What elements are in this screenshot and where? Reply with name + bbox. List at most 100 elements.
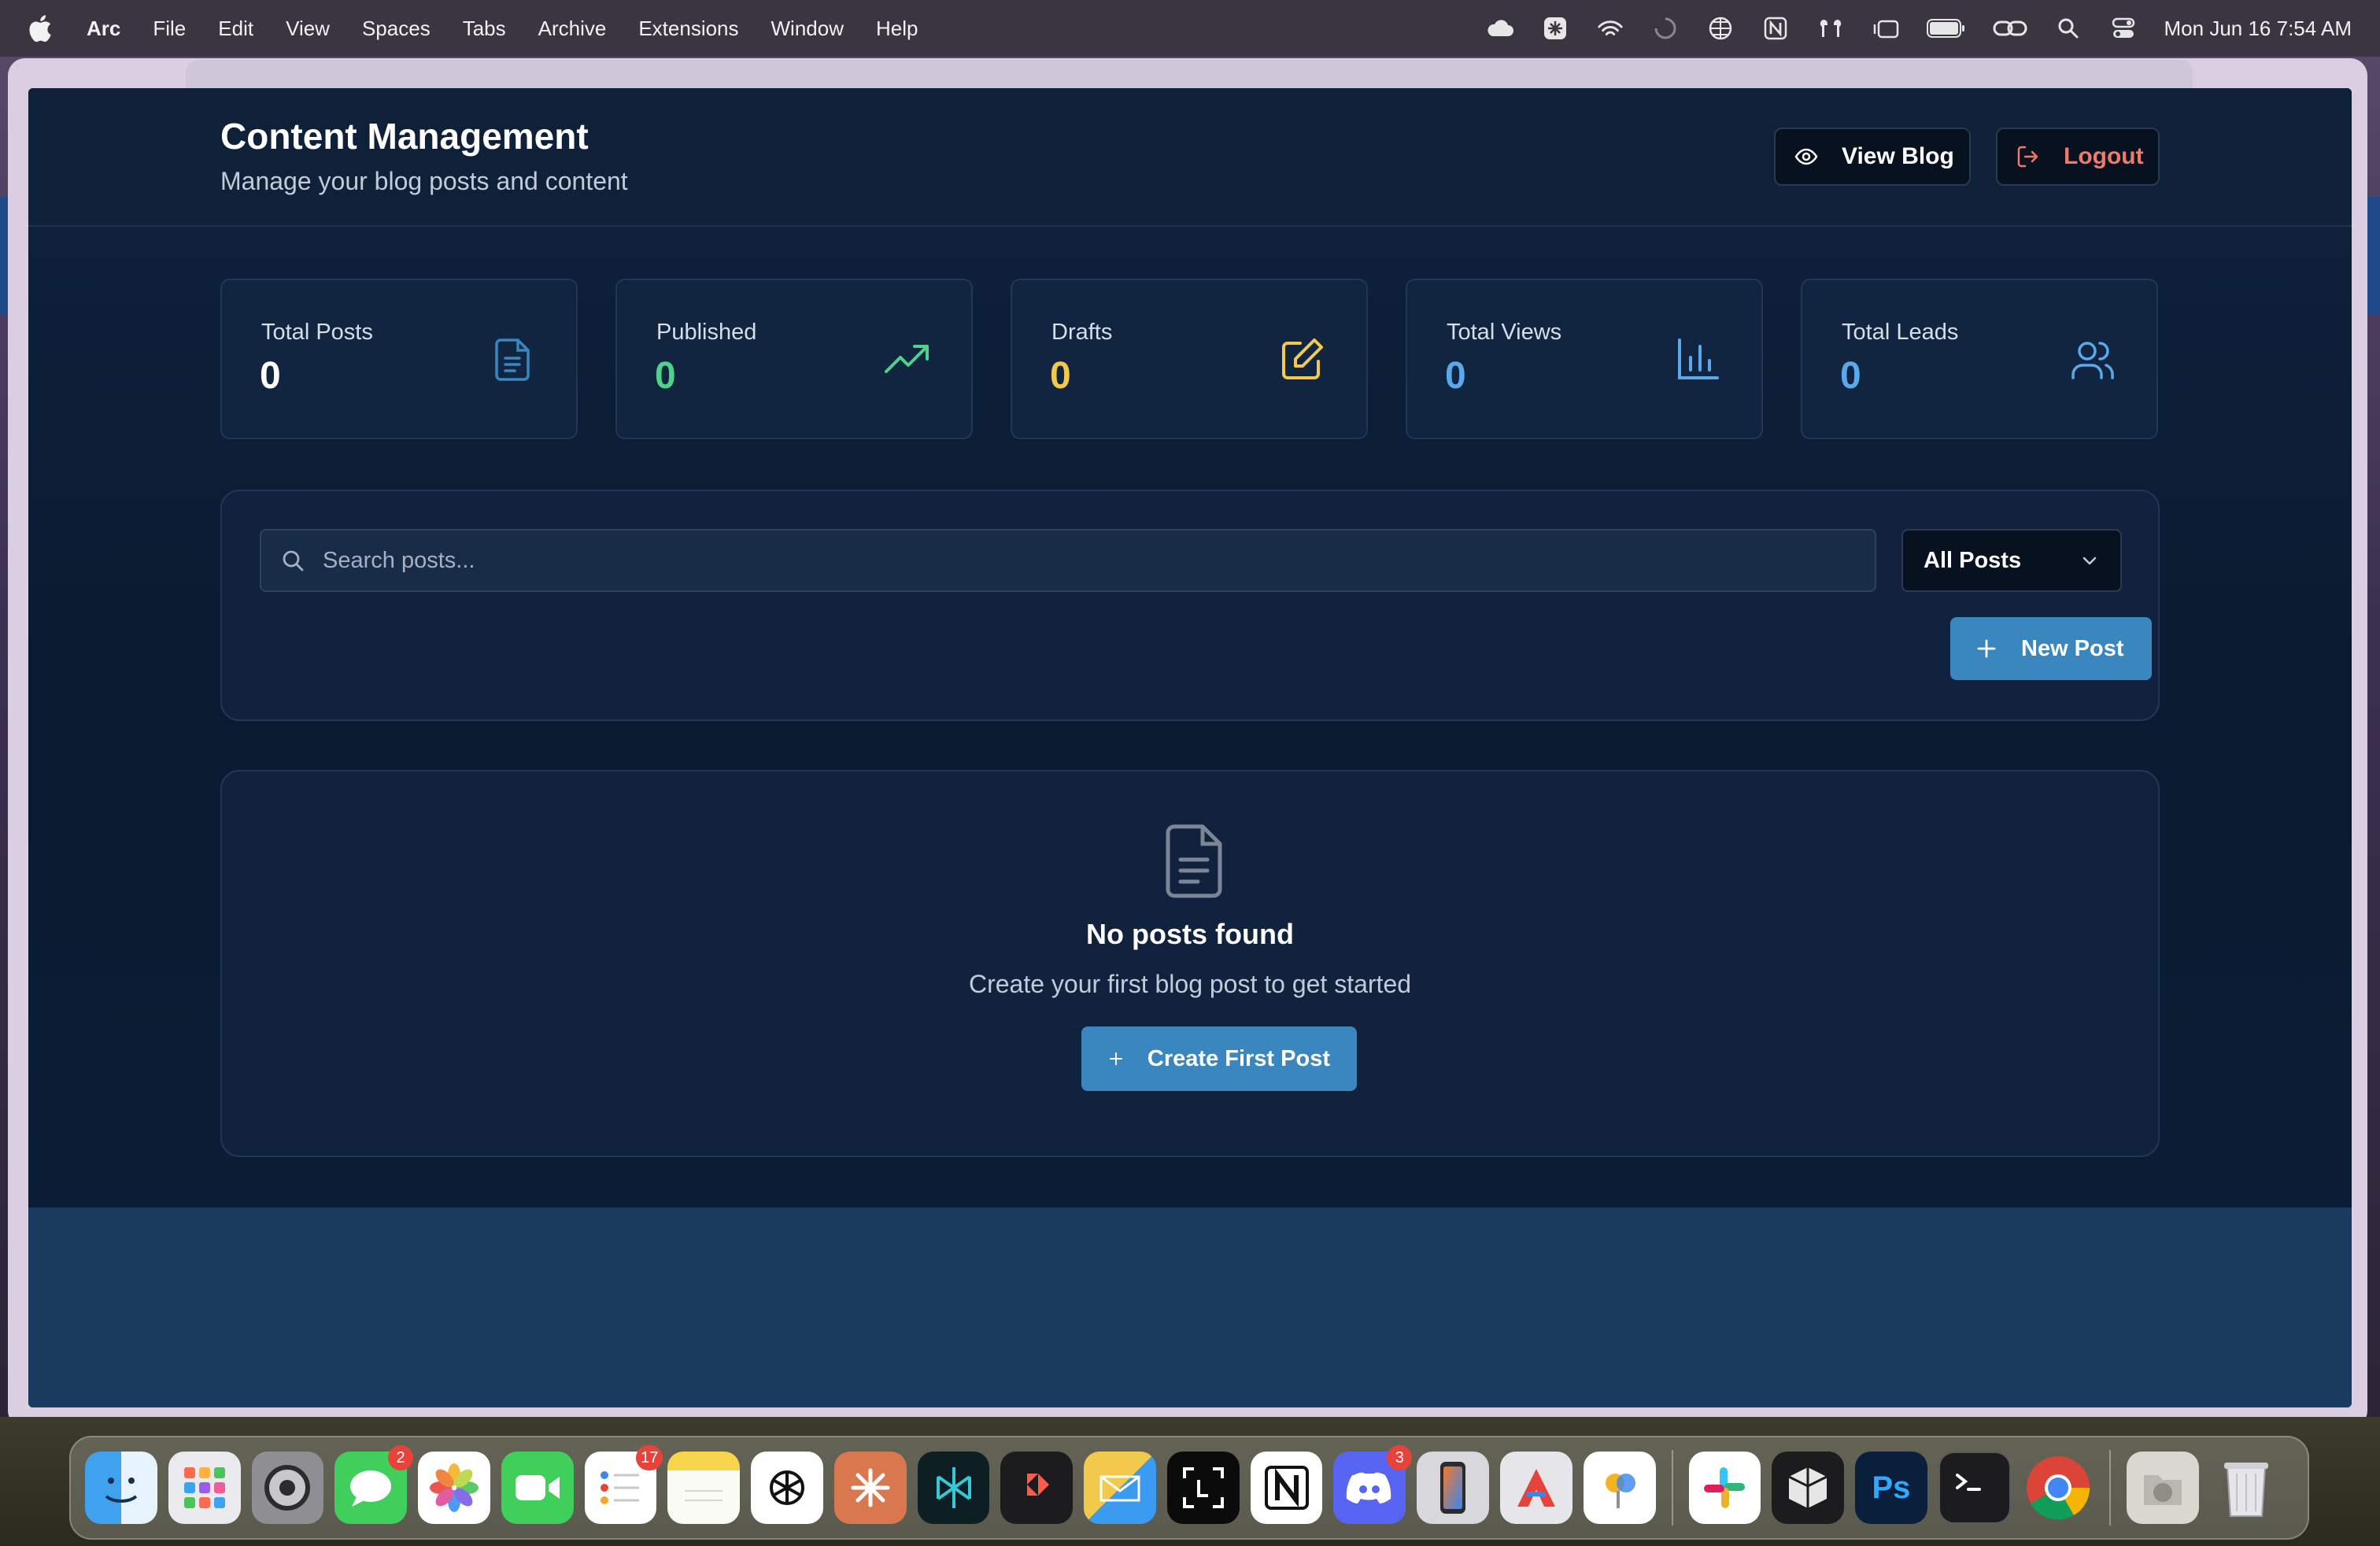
menu-window[interactable]: Window <box>771 17 844 41</box>
spinner-icon[interactable] <box>1651 14 1680 43</box>
slack-icon[interactable] <box>1688 1452 1761 1524</box>
wifi-cloud-icon[interactable] <box>1596 14 1624 43</box>
menu-spaces[interactable]: Spaces <box>362 17 431 41</box>
messages-badge: 2 <box>388 1445 414 1470</box>
airpods-icon[interactable] <box>1816 14 1845 43</box>
messages-icon[interactable]: 2 <box>334 1445 414 1524</box>
stat-card-total-posts: Total Posts 0 <box>220 279 578 439</box>
menu-archive[interactable]: Archive <box>538 17 607 41</box>
battery-icon[interactable] <box>1926 14 1966 43</box>
logout-label: Logout <box>2064 143 2144 169</box>
browser-viewport: Content Management Manage your blog post… <box>28 88 2352 1407</box>
search-icon <box>283 550 304 571</box>
eye-icon <box>1794 144 1818 169</box>
dashboard-page: Content Management Manage your blog post… <box>28 88 2352 1208</box>
apple-menu-icon[interactable] <box>28 13 55 44</box>
stat-label: Total Leads <box>1842 320 1959 345</box>
stat-card-total-leads: Total Leads 0 <box>1801 279 2158 439</box>
perplexity-icon[interactable] <box>917 1452 990 1524</box>
status-filter-select[interactable]: All Posts <box>1901 529 2122 592</box>
facetime-icon[interactable] <box>501 1452 574 1524</box>
raycast-icon[interactable] <box>1000 1452 1074 1524</box>
menubar-clock[interactable]: Mon Jun 16 7:54 AM <box>2164 17 2352 41</box>
sparkle-app-icon[interactable] <box>1541 14 1569 43</box>
plus-icon <box>1977 639 1996 658</box>
notes-icon[interactable] <box>667 1452 741 1524</box>
view-blog-button[interactable]: View Blog <box>1774 128 1971 186</box>
downloads-folder-icon[interactable] <box>2127 1452 2200 1524</box>
photoshop-icon[interactable]: Ps <box>1855 1452 1927 1524</box>
menu-extensions[interactable]: Extensions <box>638 17 738 41</box>
logout-icon <box>2016 144 2040 169</box>
trending-up-icon <box>883 335 932 384</box>
grid-globe-icon[interactable] <box>1706 14 1735 43</box>
chatgpt-icon[interactable] <box>751 1452 823 1524</box>
page-title: Content Management <box>220 116 589 157</box>
search-icon[interactable] <box>2054 14 2082 43</box>
trash-icon[interactable] <box>2210 1452 2282 1524</box>
cube-app-icon[interactable] <box>1772 1452 1845 1524</box>
stage-manager-icon[interactable] <box>1872 14 1900 43</box>
discord-badge: 3 <box>1387 1445 1413 1470</box>
background-window-edge <box>186 60 2193 91</box>
finder-icon[interactable] <box>85 1452 157 1524</box>
airmail-icon[interactable] <box>1084 1452 1156 1524</box>
control-center-icon[interactable] <box>2109 14 2138 43</box>
search-input[interactable] <box>323 547 1875 574</box>
reminders-icon[interactable]: 17 <box>584 1445 663 1524</box>
chevron-down-icon <box>2082 557 2097 565</box>
stat-value: 0 <box>260 355 281 397</box>
document-icon <box>1166 824 1222 898</box>
menu-edit[interactable]: Edit <box>218 17 253 41</box>
maps-icon[interactable] <box>1583 1452 1656 1524</box>
document-icon <box>488 335 537 384</box>
photos-icon[interactable] <box>418 1452 490 1524</box>
page-footer-band <box>28 1208 2352 1407</box>
new-post-label: New Post <box>2021 635 2124 661</box>
new-post-button[interactable]: New Post <box>1950 617 2152 680</box>
plus-icon <box>1109 1052 1123 1066</box>
stat-label: Total Posts <box>261 320 373 345</box>
menu-help[interactable]: Help <box>876 17 918 41</box>
stat-value: 0 <box>1050 355 1071 397</box>
create-first-post-label: Create First Post <box>1147 1045 1330 1071</box>
reminders-badge: 17 <box>636 1445 663 1470</box>
pixelmator-icon[interactable] <box>1500 1452 1572 1524</box>
notion-icon[interactable] <box>1250 1452 1323 1524</box>
posts-filter-panel: All Posts New Post <box>220 490 2160 721</box>
page-subtitle: Manage your blog posts and content <box>220 167 628 195</box>
iphone-mirroring-icon[interactable] <box>1417 1452 1490 1524</box>
claude-icon[interactable] <box>833 1452 907 1524</box>
users-icon <box>2068 335 2117 384</box>
menu-app-name[interactable]: Arc <box>87 17 120 41</box>
stat-card-drafts: Drafts 0 <box>1011 279 1368 439</box>
system-settings-icon[interactable] <box>251 1452 324 1524</box>
screen-capture-icon[interactable] <box>1166 1452 1240 1524</box>
stat-card-published: Published 0 <box>615 279 973 439</box>
launchpad-icon[interactable] <box>168 1452 241 1524</box>
edit-icon <box>1278 335 1327 384</box>
notion-menu-icon[interactable] <box>1761 14 1790 43</box>
chrome-icon[interactable] <box>2022 1452 2094 1524</box>
view-blog-label: View Blog <box>1842 143 1954 169</box>
stat-value: 0 <box>655 355 676 397</box>
stat-card-total-views: Total Views 0 <box>1406 279 1763 439</box>
terminal-icon[interactable] <box>1938 1452 2011 1524</box>
search-box <box>260 529 1876 592</box>
create-first-post-button[interactable]: Create First Post <box>1081 1026 1357 1091</box>
empty-state-title: No posts found <box>1086 918 1294 950</box>
dock: 2 17 3 Ps <box>69 1436 2309 1540</box>
cloud-icon[interactable] <box>1486 14 1514 43</box>
menu-bar: Arc File Edit View Spaces Tabs Archive E… <box>0 0 2380 57</box>
logout-button[interactable]: Logout <box>1996 128 2160 186</box>
empty-state-description: Create your first blog post to get start… <box>968 970 1412 998</box>
desktop-edge <box>2366 197 2380 315</box>
discord-icon[interactable]: 3 <box>1333 1445 1413 1524</box>
stat-value: 0 <box>1445 355 1466 397</box>
menu-file[interactable]: File <box>153 17 186 41</box>
status-filter-value: All Posts <box>1924 547 2022 573</box>
link-icon[interactable] <box>1993 14 2027 43</box>
dock-separator <box>1671 1450 1673 1526</box>
menu-tabs[interactable]: Tabs <box>463 17 506 41</box>
menu-view[interactable]: View <box>286 17 330 41</box>
